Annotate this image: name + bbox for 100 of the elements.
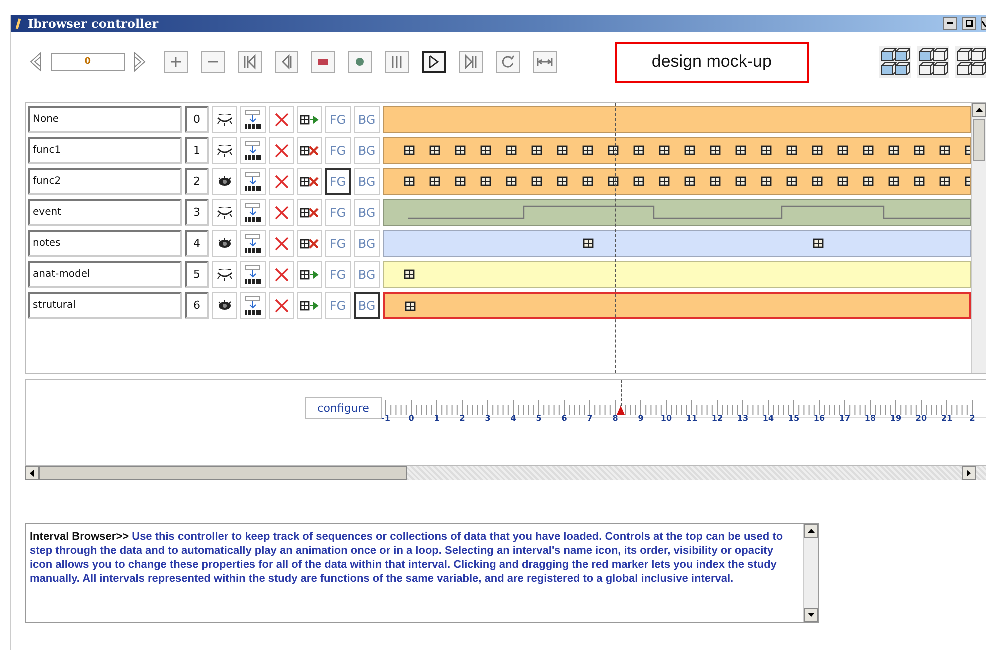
opacity-button[interactable] <box>240 106 266 133</box>
frame-marker-icon <box>480 146 492 156</box>
interval-name[interactable]: strutural <box>28 292 182 319</box>
play-button[interactable] <box>422 51 446 73</box>
first-button[interactable] <box>238 51 262 73</box>
close-button[interactable] <box>981 17 986 30</box>
loop-button[interactable] <box>496 51 520 73</box>
foreground-button[interactable]: FG <box>325 199 351 226</box>
scroll-right-button[interactable] <box>962 466 976 480</box>
layout-button[interactable] <box>917 46 949 78</box>
opacity-button[interactable] <box>240 168 266 195</box>
pause-button[interactable] <box>385 51 410 73</box>
ruler-label: 10 <box>660 414 672 423</box>
record-button[interactable] <box>348 51 372 73</box>
opacity-button[interactable] <box>240 230 266 257</box>
scroll-down-button[interactable] <box>804 608 818 622</box>
background-button[interactable]: BG <box>354 261 380 288</box>
delete-button[interactable] <box>269 168 294 195</box>
scroll-thumb[interactable] <box>973 119 985 161</box>
interval-order[interactable]: 0 <box>185 106 209 133</box>
link-toggle[interactable] <box>297 106 322 133</box>
opacity-button[interactable] <box>240 261 266 288</box>
delete-button[interactable] <box>269 199 294 226</box>
vertical-scrollbar[interactable] <box>803 524 818 622</box>
background-button[interactable]: BG <box>354 292 380 319</box>
visibility-toggle[interactable] <box>212 168 237 195</box>
interval-name[interactable]: anat-model <box>28 261 182 288</box>
layout-button[interactable] <box>955 46 986 78</box>
grid-arrow-icon <box>300 270 320 280</box>
add-button[interactable] <box>164 51 188 73</box>
link-toggle[interactable] <box>297 261 322 288</box>
delete-button[interactable] <box>269 230 294 257</box>
visibility-toggle[interactable] <box>212 137 237 164</box>
horizontal-scrollbar[interactable] <box>25 466 986 480</box>
ruler-label: 11 <box>686 414 698 423</box>
configure-button[interactable]: configure <box>305 397 382 419</box>
background-button[interactable]: BG <box>354 137 380 164</box>
scroll-up-button[interactable] <box>972 103 986 117</box>
back-button[interactable] <box>274 51 298 73</box>
delete-button[interactable] <box>269 137 294 164</box>
scroll-up-button[interactable] <box>804 524 818 538</box>
background-button[interactable]: BG <box>354 106 380 133</box>
interval-order[interactable]: 2 <box>185 168 209 195</box>
frame-marker-icon <box>430 176 440 186</box>
ruler-label: -1 <box>382 414 390 423</box>
maximize-button[interactable] <box>962 17 976 30</box>
foreground-button[interactable]: FG <box>325 261 351 288</box>
position-marker[interactable] <box>616 406 625 415</box>
opacity-button[interactable] <box>240 199 266 226</box>
vertical-scrollbar[interactable] <box>971 103 986 373</box>
close-icon <box>274 144 288 158</box>
scroll-left-button[interactable] <box>25 466 39 480</box>
interval-name[interactable]: func2 <box>28 168 182 195</box>
interval-name[interactable]: None <box>28 106 182 133</box>
visibility-toggle[interactable] <box>212 230 237 257</box>
frame-marker-icon <box>404 270 415 280</box>
interval-track[interactable] <box>383 292 971 319</box>
visibility-toggle[interactable] <box>212 106 237 133</box>
fit-button[interactable] <box>532 51 557 73</box>
opacity-button[interactable] <box>240 292 266 319</box>
frame-marker-icon <box>940 146 950 156</box>
link-toggle[interactable] <box>297 199 322 226</box>
close-icon <box>274 174 288 188</box>
stop-icon <box>318 59 328 65</box>
link-toggle[interactable] <box>297 292 322 319</box>
grid-cross-icon <box>300 238 320 248</box>
frame-marker-icon <box>914 146 925 156</box>
layout-button[interactable] <box>879 46 911 78</box>
stop-button[interactable] <box>311 51 336 73</box>
background-button[interactable]: BG <box>354 199 380 226</box>
link-toggle[interactable] <box>297 137 322 164</box>
last-button[interactable] <box>459 51 483 73</box>
interval-order[interactable]: 5 <box>185 261 209 288</box>
foreground-button[interactable]: FG <box>325 106 351 133</box>
frame-field[interactable]: 0 <box>50 53 125 71</box>
interval-order[interactable]: 1 <box>185 137 209 164</box>
foreground-button[interactable]: FG <box>325 137 351 164</box>
scroll-thumb[interactable] <box>39 466 407 480</box>
interval-order[interactable]: 3 <box>185 199 209 226</box>
interval-order[interactable]: 4 <box>185 230 209 257</box>
delete-button[interactable] <box>269 261 294 288</box>
visibility-toggle[interactable] <box>212 292 237 319</box>
interval-name[interactable]: func1 <box>28 137 182 164</box>
minimize-button[interactable] <box>943 17 957 30</box>
link-toggle[interactable] <box>297 230 322 257</box>
interval-order[interactable]: 6 <box>185 292 209 319</box>
background-button[interactable]: BG <box>354 168 380 195</box>
background-button[interactable]: BG <box>354 230 380 257</box>
foreground-button[interactable]: FG <box>325 168 351 195</box>
interval-name[interactable]: event <box>28 199 182 226</box>
foreground-button[interactable]: FG <box>325 292 351 319</box>
delete-button[interactable] <box>269 292 294 319</box>
visibility-toggle[interactable] <box>212 199 237 226</box>
opacity-button[interactable] <box>240 137 266 164</box>
ruler-label: 12 <box>712 414 724 423</box>
link-toggle[interactable] <box>297 168 322 195</box>
interval-name[interactable]: notes <box>28 230 182 257</box>
foreground-button[interactable]: FG <box>325 230 351 257</box>
delete-button[interactable] <box>269 106 294 133</box>
visibility-toggle[interactable] <box>212 261 237 288</box>
